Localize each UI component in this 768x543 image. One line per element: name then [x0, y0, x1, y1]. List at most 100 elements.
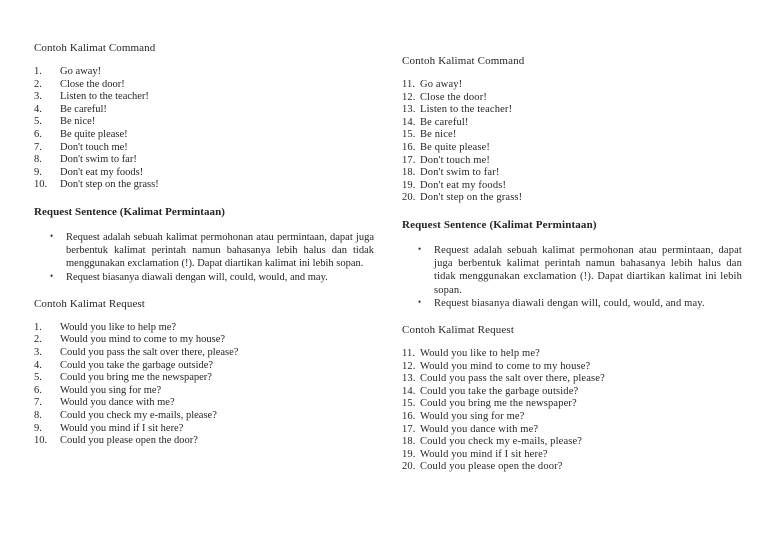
list-item-number: 20.	[402, 461, 416, 473]
list-item-number: 3.	[34, 91, 42, 103]
list-item-number: 6.	[34, 384, 42, 396]
list-item-number: 13.	[402, 104, 416, 116]
list-item-number: 16.	[402, 141, 416, 153]
bullet-item: Request adalah sebuah kalimat permohonan…	[402, 243, 742, 297]
list-item-number: 2.	[34, 78, 42, 90]
list-item: 2. Would you mind to come to my house?	[34, 334, 374, 347]
list-item-text: Be quite please!	[420, 141, 491, 153]
command-list: 11. Go away! 12. Close the door! 13. Listen t…	[402, 79, 742, 205]
list-item-number: 13.	[402, 373, 416, 385]
list-item: 14. Be careful!	[402, 117, 742, 130]
document-page: Contoh Kalimat Command 1. Go away! 2. Close…	[0, 0, 768, 543]
list-item-text: Don't step on the grass!	[60, 179, 159, 191]
list-item-text: Don't touch me!	[60, 141, 128, 153]
list-item-text: Would you like to help me?	[60, 321, 177, 333]
list-item-number: 12.	[402, 91, 416, 103]
list-item-number: 6.	[34, 128, 42, 140]
list-item: 2. Close the door!	[34, 79, 374, 92]
list-item: 11. Go away!	[402, 79, 742, 92]
list-item-number: 19.	[402, 448, 416, 460]
list-item-text: Don't eat my foods!	[60, 166, 144, 178]
command-heading: Contoh Kalimat Command	[402, 55, 525, 67]
list-item-number: 9.	[34, 166, 42, 178]
list-item-number: 7.	[34, 141, 42, 153]
list-item: 8. Don't swim to far!	[34, 154, 374, 167]
list-item-text: Be nice!	[420, 129, 457, 141]
request-sentence-heading: Request Sentence (Kalimat Permintaan)	[34, 205, 225, 218]
list-item-number: 4.	[34, 103, 42, 115]
list-item-text: Would you mind to come to my house?	[60, 334, 226, 346]
list-item: 17. Would you dance with me?	[402, 424, 742, 437]
list-item-text: Could you take the garbage outside?	[60, 359, 214, 371]
list-item-text: Go away!	[420, 79, 463, 90]
list-item-number: 5.	[34, 116, 42, 128]
list-item-text: Would you dance with me?	[420, 423, 539, 435]
list-item: 9. Don't eat my foods!	[34, 167, 374, 180]
list-item-number: 3.	[34, 346, 42, 358]
list-item-text: Be quite please!	[60, 128, 128, 140]
list-item-number: 18.	[402, 436, 416, 448]
list-item-number: 16.	[402, 410, 416, 422]
list-item-text: Would you mind if I sit here?	[60, 422, 184, 434]
list-item-text: Would you sing for me?	[60, 384, 162, 396]
list-item-number: 1.	[34, 321, 42, 333]
list-item: 5. Could you bring me the newspaper?	[34, 372, 374, 385]
list-item-text: Close the door!	[60, 78, 125, 90]
list-item-number: 4.	[34, 359, 42, 371]
list-item-number: 7.	[34, 397, 42, 409]
list-item: 6. Be quite please!	[34, 129, 374, 142]
list-item-number: 14.	[402, 116, 416, 128]
list-item: 3. Listen to the teacher!	[34, 91, 374, 104]
list-item: 1. Go away!	[34, 66, 374, 79]
list-item: 17. Don't touch me!	[402, 155, 742, 168]
list-item-number: 11.	[402, 79, 416, 90]
list-item-number: 19.	[402, 179, 416, 191]
list-item: 11. Would you like to help me?	[402, 348, 742, 361]
list-item-text: Don't swim to far!	[60, 154, 137, 166]
list-item: 15. Could you bring me the newspaper?	[402, 398, 742, 411]
list-item-text: Could you please open the door?	[60, 435, 198, 447]
list-item: 12. Close the door!	[402, 92, 742, 105]
request-sentence-heading: Request Sentence (Kalimat Permintaan)	[402, 218, 597, 231]
list-item: 10. Don't step on the grass!	[34, 179, 374, 192]
list-item-text: Be careful!	[420, 116, 469, 128]
list-item-number: 15.	[402, 398, 416, 410]
list-item: 12. Would you mind to come to my house?	[402, 361, 742, 374]
list-item-text: Close the door!	[420, 91, 487, 103]
list-item: 4. Could you take the garbage outside?	[34, 360, 374, 373]
list-item: 15. Be nice!	[402, 129, 742, 142]
list-item-number: 1.	[34, 66, 42, 77]
bullet-item: Request biasanya diawali dengan will, co…	[34, 270, 374, 284]
list-item: 16. Would you sing for me?	[402, 411, 742, 424]
request-definition-list: Request adalah sebuah kalimat permohonan…	[34, 230, 374, 284]
list-item: 6. Would you sing for me?	[34, 385, 374, 398]
list-item: 10. Could you please open the door?	[34, 435, 374, 448]
list-item-number: 10.	[34, 435, 48, 447]
list-item: 18. Don't swim to far!	[402, 167, 742, 180]
list-item-text: Don't step on the grass!	[420, 192, 523, 204]
list-item-number: 14.	[402, 385, 416, 397]
request-list: 1. Would you like to help me? 2. Would you …	[34, 322, 374, 448]
list-item-text: Listen to the teacher!	[420, 104, 513, 116]
list-item-text: Could you check my e-mails, please?	[420, 436, 583, 448]
list-item-text: Could you pass the salt over there, plea…	[60, 346, 239, 358]
list-item: 18. Could you check my e-mails, please?	[402, 436, 742, 449]
list-item-text: Be nice!	[60, 116, 96, 128]
list-item-number: 12.	[402, 360, 416, 372]
list-item-text: Be careful!	[60, 103, 107, 115]
list-item: 20. Don't step on the grass!	[402, 192, 742, 205]
list-item: 4. Be careful!	[34, 104, 374, 117]
list-item: 5. Be nice!	[34, 116, 374, 129]
list-item-text: Would you like to help me?	[420, 347, 540, 359]
list-item-number: 11.	[402, 347, 416, 359]
list-item: 7. Don't touch me!	[34, 142, 374, 155]
list-item: 19. Would you mind if I sit here?	[402, 449, 742, 462]
bullet-item: Request adalah sebuah kalimat permohonan…	[34, 230, 374, 271]
